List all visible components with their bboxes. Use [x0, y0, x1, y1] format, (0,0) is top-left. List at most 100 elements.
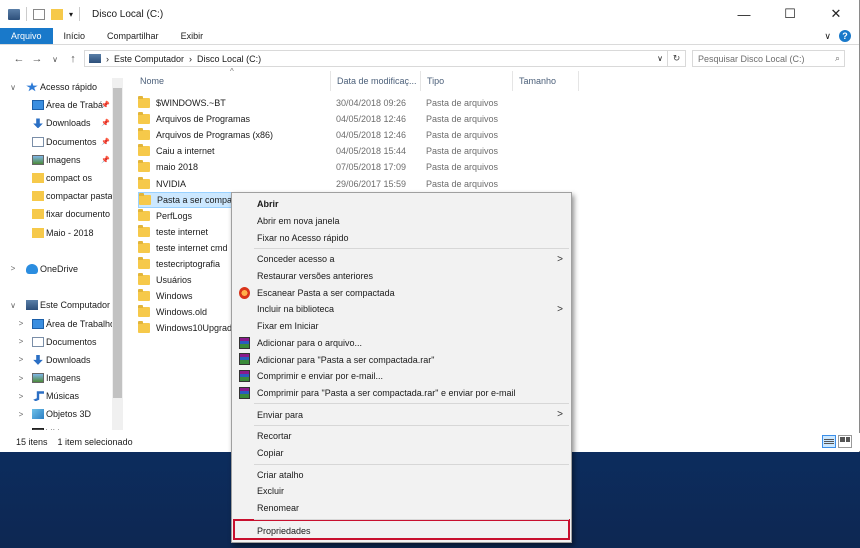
column-divider[interactable]: [578, 71, 579, 91]
chevron-right-icon[interactable]: >: [16, 355, 26, 364]
chevron-right-icon[interactable]: ›: [189, 54, 192, 64]
file-row[interactable]: NVIDIA 29/06/2017 15:59 Pasta de arquivos: [138, 176, 518, 192]
menu-item[interactable]: Incluir na biblioteca >: [232, 301, 571, 318]
menu-item[interactable]: Excluir: [232, 483, 571, 500]
folder-icon: [138, 321, 150, 334]
menu-item[interactable]: Adicionar para "Pasta a ser compactada.r…: [232, 351, 571, 368]
navigation-bar: ← → ∨ ↑ › Este Computador › Disco Local …: [0, 47, 859, 71]
menu-item[interactable]: Fixar em Iniciar: [232, 318, 571, 335]
menu-item[interactable]: Recortar: [232, 428, 571, 445]
chevron-right-icon[interactable]: >: [16, 374, 26, 383]
details-view-button[interactable]: [822, 435, 836, 448]
sidebar-item-label: Imagens: [46, 154, 81, 165]
chevron-right-icon[interactable]: >: [16, 410, 26, 419]
menu-item[interactable]: Escanear Pasta a ser compactada: [232, 285, 571, 302]
forward-icon[interactable]: →: [28, 53, 46, 65]
tab-exibir[interactable]: Exibir: [170, 28, 215, 44]
sidebar-item[interactable]: > Vídeos: [0, 424, 124, 430]
back-icon[interactable]: ←: [10, 53, 28, 65]
tab-arquivo[interactable]: Arquivo: [0, 28, 53, 44]
chevron-right-icon[interactable]: >: [16, 392, 26, 401]
menu-item-label: Enviar para: [257, 409, 304, 420]
scrollbar-thumb[interactable]: [113, 88, 122, 398]
chevron-right-icon[interactable]: ›: [106, 54, 109, 64]
large-icons-view-button[interactable]: [838, 435, 852, 448]
sidebar-item[interactable]: Área de Trabá 📌: [0, 96, 124, 114]
help-icon[interactable]: ?: [839, 30, 851, 42]
file-row[interactable]: Arquivos de Programas 04/05/2018 12:46 Pas…: [138, 111, 518, 127]
sidebar-item[interactable]: Downloads 📌: [0, 114, 124, 132]
tab-compartilhar[interactable]: Compartilhar: [96, 28, 170, 44]
menu-item[interactable]: Adicionar para o arquivo...: [232, 335, 571, 352]
tab-inicio[interactable]: Início: [53, 28, 97, 44]
menu-item[interactable]: Criar atalho: [232, 467, 571, 484]
sidebar-item[interactable]: > Músicas: [0, 387, 124, 405]
chevron-right-icon[interactable]: >: [16, 337, 26, 346]
sidebar-item[interactable]: > Objetos 3D: [0, 405, 124, 423]
column-header-size[interactable]: Tamanho: [519, 71, 556, 91]
file-name: Arquivos de Programas (x86): [156, 130, 274, 141]
close-button[interactable]: ✕: [813, 0, 859, 28]
breadcrumb-disco-local[interactable]: Disco Local (C:): [197, 54, 261, 64]
file-row[interactable]: $WINDOWS.~BT 30/04/2018 09:26 Pasta de arq…: [138, 95, 518, 111]
properties-icon[interactable]: [33, 8, 45, 20]
menu-item[interactable]: Abrir em nova janela: [232, 213, 571, 230]
pictures-icon: [32, 373, 44, 384]
menu-item[interactable]: Conceder acesso a >: [232, 251, 571, 268]
file-row[interactable]: Arquivos de Programas (x86) 04/05/2018 12…: [138, 127, 518, 143]
sidebar-item[interactable]: > Área de Trabalho: [0, 314, 124, 332]
chevron-right-icon: >: [557, 303, 563, 315]
file-date: 30/04/2018 09:26: [336, 98, 407, 108]
address-bar[interactable]: › Este Computador › Disco Local (C:) ∨: [84, 50, 668, 67]
menu-item[interactable]: Restaurar versões anteriores: [232, 268, 571, 285]
sidebar-item[interactable]: > OneDrive: [0, 260, 124, 278]
customize-toolbar-icon[interactable]: ▾: [69, 10, 73, 19]
menu-item[interactable]: Comprimir e enviar por e-mail...: [232, 368, 571, 385]
sidebar-item[interactable]: > Downloads: [0, 351, 124, 369]
maximize-button[interactable]: ☐: [767, 0, 813, 28]
column-divider[interactable]: [330, 71, 331, 91]
star-icon: [26, 82, 38, 92]
sidebar-item[interactable]: > Imagens: [0, 369, 124, 387]
chevron-right-icon[interactable]: >: [8, 264, 18, 273]
folder-icon[interactable]: [51, 8, 63, 20]
computer-icon[interactable]: [8, 8, 20, 20]
sidebar-item[interactable]: ∨ Acesso rápido: [0, 78, 124, 96]
address-dropdown-icon[interactable]: ∨: [657, 54, 663, 63]
minimize-button[interactable]: —: [721, 0, 767, 28]
column-header-type[interactable]: Tipo: [427, 71, 444, 91]
chevron-down-icon[interactable]: ∨: [8, 301, 18, 310]
chevron-down-icon[interactable]: ∨: [8, 83, 18, 92]
menu-item[interactable]: Comprimir para "Pasta a ser compactada.r…: [232, 385, 571, 402]
menu-item[interactable]: Propriedades: [232, 523, 571, 540]
menu-item[interactable]: Fixar no Acesso rápido: [232, 229, 571, 246]
column-header-name[interactable]: Nome: [140, 71, 164, 91]
sidebar-item[interactable]: Imagens 📌: [0, 151, 124, 169]
menu-item[interactable]: Renomear: [232, 500, 571, 517]
menu-item[interactable]: Enviar para >: [232, 406, 571, 423]
pin-icon: 📌: [101, 138, 110, 146]
sidebar-item[interactable]: ∨ Este Computador: [0, 296, 124, 314]
up-icon[interactable]: ↑: [64, 53, 82, 65]
sidebar-item[interactable]: compactar pasta: [0, 187, 124, 205]
sidebar-item[interactable]: fixar documento: [0, 205, 124, 223]
refresh-button[interactable]: ↻: [668, 50, 686, 67]
sidebar-scrollbar[interactable]: [112, 78, 123, 430]
column-divider[interactable]: [512, 71, 513, 91]
sidebar-item[interactable]: compact os: [0, 169, 124, 187]
menu-item[interactable]: Copiar: [232, 445, 571, 462]
sidebar-item[interactable]: Maio - 2018: [0, 224, 124, 242]
menu-item[interactable]: Abrir: [232, 196, 571, 213]
chevron-right-icon[interactable]: >: [16, 319, 26, 328]
search-input[interactable]: Pesquisar Disco Local (C:) ⌕: [692, 50, 845, 67]
column-header-date[interactable]: Data de modificaç...: [337, 71, 417, 91]
sidebar-item[interactable]: > Documentos: [0, 333, 124, 351]
expand-ribbon-icon[interactable]: ∨: [824, 31, 831, 42]
file-row[interactable]: maio 2018 07/05/2018 17:09 Pasta de arquiv…: [138, 159, 518, 175]
chevron-right-icon[interactable]: >: [16, 428, 26, 430]
recent-locations-icon[interactable]: ∨: [46, 55, 64, 64]
column-divider[interactable]: [420, 71, 421, 91]
breadcrumb-este-computador[interactable]: Este Computador: [114, 54, 184, 64]
sidebar-item[interactable]: Documentos 📌: [0, 133, 124, 151]
file-row[interactable]: Caiu a internet 04/05/2018 15:44 Pasta de …: [138, 143, 518, 159]
